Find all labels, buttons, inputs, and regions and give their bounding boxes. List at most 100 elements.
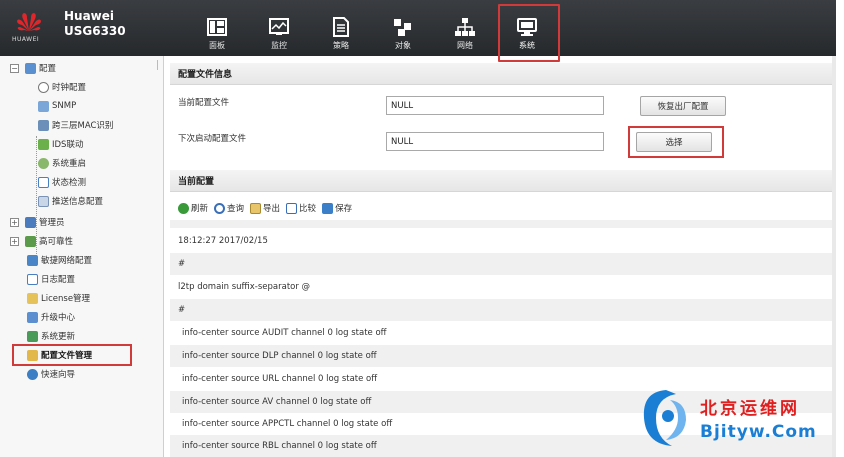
tab-label: 面板 <box>209 41 225 50</box>
admin-icon <box>25 216 36 228</box>
sidebar-item-ha[interactable]: + 高可靠性 <box>10 232 73 250</box>
watermark-en-text: Bjityw.Com <box>700 422 817 442</box>
config-line: l2tp domain suffix-separator @ <box>178 282 311 292</box>
ids-icon <box>38 138 49 150</box>
watermark-cn-text: 北京运维网 <box>700 399 800 419</box>
push-info-icon <box>38 195 49 207</box>
logo-text: HUAWEI <box>12 36 40 43</box>
upgrade-icon <box>27 311 38 323</box>
sidebar-item-wizard[interactable]: 快速向导 <box>27 365 75 383</box>
sidebar-item-label: 高可靠性 <box>39 237 74 247</box>
config-toolbar: 刷新 查询 导出 比较 保存 <box>178 200 352 216</box>
export-icon <box>250 202 262 214</box>
save-button[interactable]: 保存 <box>322 202 352 214</box>
refresh-icon <box>178 202 189 214</box>
sidebar-item-agile-network[interactable]: 敏捷网络配置 <box>27 251 92 269</box>
brand: HUAWEI Huawei USG6330 <box>10 6 160 50</box>
sidebar-item-label: IDS联动 <box>52 140 84 150</box>
sidebar-item-label: 推送信息配置 <box>52 197 104 207</box>
sidebar-item-label: 状态检测 <box>52 178 87 188</box>
status-check-icon <box>38 176 49 188</box>
dashboard-icon <box>207 18 227 36</box>
sidebar: − 配置 时钟配置 SNMP 跨三层MAC识别 IDS联动 系统重启 状态检测 … <box>0 56 164 457</box>
expand-icon[interactable]: + <box>10 217 19 227</box>
sidebar-item-label: 日志配置 <box>41 275 76 285</box>
sidebar-item-upgrade[interactable]: 升级中心 <box>27 308 75 326</box>
current-config-header: 当前配置 <box>170 170 832 192</box>
sidebar-item-clock[interactable]: 时钟配置 <box>38 78 86 96</box>
sidebar-item-update[interactable]: 系统更新 <box>27 327 75 345</box>
query-label: 查询 <box>227 204 245 214</box>
export-button[interactable]: 导出 <box>250 202 280 214</box>
system-tab-highlight-box <box>498 4 560 62</box>
tab-label: 网络 <box>457 41 473 50</box>
config-icon <box>25 62 36 74</box>
refresh-button[interactable]: 刷新 <box>178 202 208 214</box>
save-label: 保存 <box>335 204 353 214</box>
config-line: info-center source DLP channel 0 log sta… <box>170 345 832 367</box>
sidebar-item-label: SNMP <box>52 101 77 111</box>
sidebar-item-label: License管理 <box>41 294 91 304</box>
sidebar-item-label: 升级中心 <box>41 313 76 323</box>
current-config-file-field[interactable] <box>386 96 604 115</box>
sidebar-item-snmp[interactable]: SNMP <box>38 97 76 115</box>
sidebar-collapse-handle[interactable] <box>157 60 161 70</box>
query-button[interactable]: 查询 <box>214 202 244 214</box>
tab-object[interactable]: 对象 <box>372 0 434 56</box>
log-icon <box>27 273 38 285</box>
network-icon <box>455 18 475 36</box>
tab-label: 监控 <box>271 41 287 50</box>
tab-monitor[interactable]: 监控 <box>248 0 310 56</box>
license-icon <box>27 292 38 304</box>
sidebar-item-restart[interactable]: 系统重启 <box>38 154 86 172</box>
spacer-row <box>170 220 832 228</box>
collapse-icon[interactable]: − <box>10 63 19 73</box>
sidebar-item-label: 系统重启 <box>52 159 87 169</box>
product-name: Huawei USG6330 <box>64 9 126 39</box>
tab-policy[interactable]: 策略 <box>310 0 372 56</box>
sidebar-item-label: 系统更新 <box>41 332 76 342</box>
compare-button[interactable]: 比较 <box>286 202 316 214</box>
sidebar-item-ids[interactable]: IDS联动 <box>38 135 83 153</box>
config-line: info-center source AUDIT channel 0 log s… <box>182 328 387 338</box>
save-icon <box>322 202 334 214</box>
clock-icon <box>38 81 49 93</box>
restart-icon <box>38 157 49 169</box>
next-startup-config-label: 下次启动配置文件 <box>178 134 247 144</box>
ha-icon <box>25 235 36 247</box>
tab-network[interactable]: 网络 <box>434 0 496 56</box>
sidebar-item-label: 管理员 <box>39 218 65 228</box>
next-startup-config-field[interactable] <box>386 132 604 151</box>
config-line: 18:12:27 2017/02/15 <box>178 236 268 246</box>
export-label: 导出 <box>263 204 281 214</box>
config-line: # <box>170 253 832 275</box>
config-file-info-header: 配置文件信息 <box>170 63 832 85</box>
top-bar: HUAWEI Huawei USG6330 面板 监控 策略 对象 网络 系统 <box>0 0 836 56</box>
sidebar-item-push-info[interactable]: 推送信息配置 <box>38 192 103 210</box>
sidebar-item-admin[interactable]: + 管理员 <box>10 213 65 231</box>
config-file-highlight-box <box>12 344 132 366</box>
sidebar-item-mac[interactable]: 跨三层MAC识别 <box>38 116 113 134</box>
config-line: # <box>170 299 832 321</box>
agile-network-icon <box>27 254 38 266</box>
tab-dashboard[interactable]: 面板 <box>186 0 248 56</box>
compare-label: 比较 <box>299 204 317 214</box>
sidebar-item-license[interactable]: License管理 <box>27 289 90 307</box>
sidebar-item-log[interactable]: 日志配置 <box>27 270 75 288</box>
sidebar-item-label: 配置 <box>39 64 57 74</box>
mac-icon <box>38 119 49 131</box>
sidebar-item-label: 敏捷网络配置 <box>41 256 93 266</box>
sidebar-item-label: 跨三层MAC识别 <box>52 121 114 131</box>
object-icon <box>394 19 411 36</box>
current-config-file-label: 当前配置文件 <box>178 98 230 108</box>
monitor-icon <box>269 18 289 35</box>
tab-label: 策略 <box>333 41 349 50</box>
wizard-icon <box>27 368 38 380</box>
expand-icon[interactable]: + <box>10 236 19 246</box>
watermark: 北京运维网 Bjityw.Com <box>636 386 842 452</box>
sidebar-item-config[interactable]: − 配置 <box>10 59 56 77</box>
sidebar-item-status-check[interactable]: 状态检测 <box>38 173 86 191</box>
snmp-icon <box>38 100 49 112</box>
compare-icon <box>286 202 298 214</box>
restore-factory-button[interactable]: 恢复出厂配置 <box>640 96 726 116</box>
